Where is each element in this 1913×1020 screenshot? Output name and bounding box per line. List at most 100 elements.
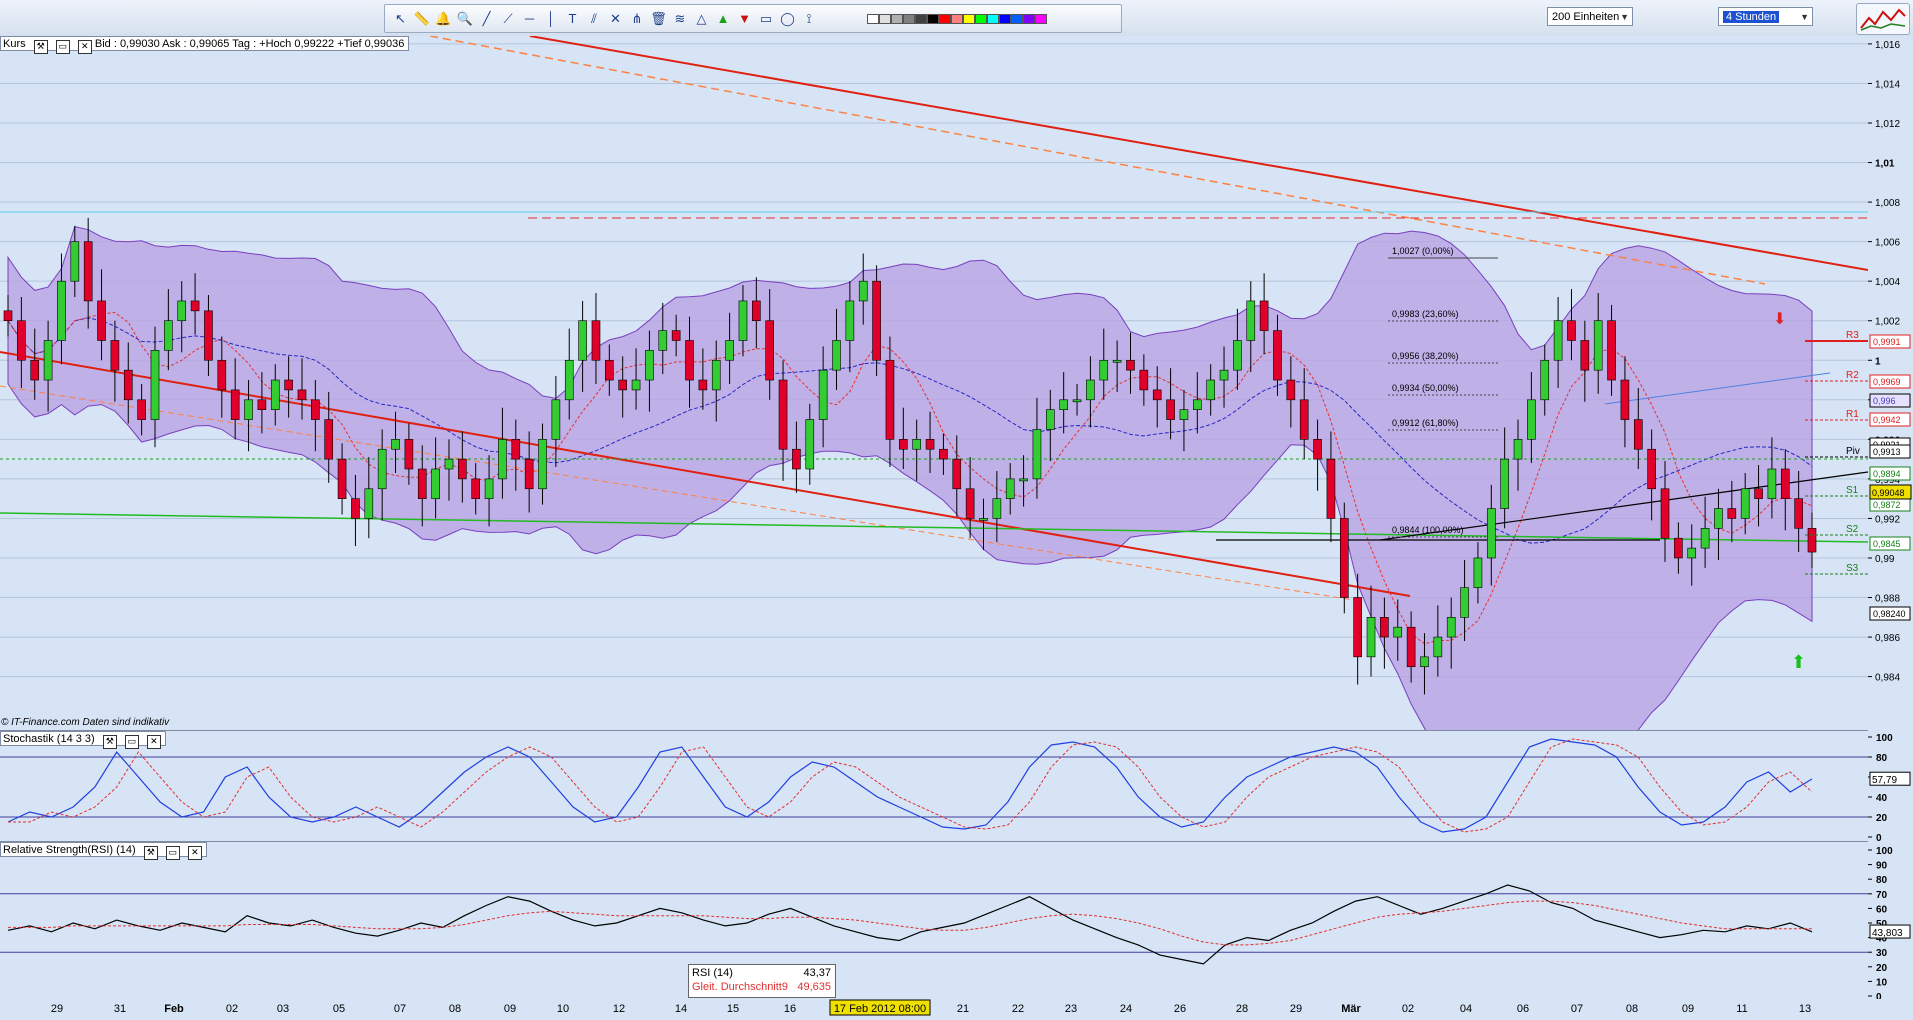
color-swatch[interactable] <box>927 14 939 24</box>
close-icon[interactable]: ✕ <box>77 40 92 54</box>
candle-body <box>97 300 106 341</box>
color-swatch[interactable] <box>891 14 903 24</box>
candle-body <box>1086 379 1095 401</box>
stochastic-panel: Stochastik (14 3 3) ⚒ ▭ ✕ <box>0 731 1868 842</box>
rsi-panel-label: Relative Strength(RSI) (14) <box>3 844 136 856</box>
rsi-y-axis-svg: 010203040506070809010043,803 <box>1868 846 1911 1003</box>
line-tool-icon[interactable]: ╱ <box>477 9 496 28</box>
candle-body <box>1099 359 1109 381</box>
x-tick-label: 16 <box>784 1003 796 1015</box>
candle-body <box>939 448 948 460</box>
candle-body <box>979 518 988 521</box>
price-chart[interactable]: 1,0027 (0,00%) 0,9983 (23,60%) 0,9956 (38,… <box>0 36 1868 730</box>
vertical-line-icon[interactable]: │ <box>542 9 561 28</box>
x-tick-label: 09 <box>504 1003 516 1015</box>
triangle-icon[interactable]: △ <box>692 9 711 28</box>
color-swatch[interactable] <box>879 14 891 24</box>
price-y-axis-svg: 0,9840,9860,9880,990,9920,9940,9960,9981… <box>1868 40 1912 684</box>
y-tick-label: 1,014 <box>1875 79 1900 90</box>
color-swatch[interactable] <box>1035 14 1047 24</box>
pivot-label: R2 <box>1846 370 1859 381</box>
color-swatch[interactable] <box>999 14 1011 24</box>
cross-tool-icon[interactable]: ✕ <box>606 9 625 28</box>
color-swatch[interactable] <box>1011 14 1023 24</box>
candle-body <box>1233 340 1242 371</box>
candle-body <box>1420 656 1429 668</box>
color-swatch[interactable] <box>1023 14 1035 24</box>
close-icon[interactable]: ✕ <box>146 735 161 749</box>
stochastic-chart[interactable] <box>0 731 1868 841</box>
window-icon[interactable]: ▭ <box>165 846 180 860</box>
color-swatch[interactable] <box>963 14 975 24</box>
period-select-value: 4 Stunden <box>1723 11 1780 23</box>
horizontal-line-icon[interactable]: ─ <box>520 9 539 28</box>
x-tick-label: 07 <box>1571 1003 1583 1015</box>
bell-icon[interactable]: 🔔 <box>434 9 453 28</box>
x-tick-label: 15 <box>727 1003 739 1015</box>
color-swatch[interactable] <box>867 14 879 24</box>
zoom-icon[interactable]: 🔍 <box>456 9 475 28</box>
price-panel-header: Kurs ⚒ ▭ ✕ Bid : 0,99030 Ask : 0,99065 T… <box>0 36 410 54</box>
candle-body <box>1687 547 1697 559</box>
x-tick-label: 26 <box>1174 1003 1186 1015</box>
candle-body <box>605 359 614 381</box>
candle-body <box>123 369 133 401</box>
y-tick-label: 60 <box>1876 904 1888 915</box>
channel-icon[interactable]: ⫽ <box>585 9 604 28</box>
candle-body <box>858 280 868 302</box>
arrow-up-icon[interactable]: ▲ <box>714 9 733 28</box>
candle-body <box>805 419 815 470</box>
candle-body <box>698 379 708 391</box>
candle-body <box>1767 468 1777 499</box>
y-tick-label: 1,012 <box>1875 119 1900 130</box>
color-swatch[interactable] <box>987 14 999 24</box>
color-swatch[interactable] <box>975 14 987 24</box>
x-tick-label: 06 <box>1517 1003 1529 1015</box>
pitchfork-icon[interactable]: ⋔ <box>628 9 647 28</box>
candle-body <box>444 458 454 470</box>
candle-body <box>404 439 414 470</box>
wrench-icon[interactable]: ⚒ <box>102 735 117 749</box>
candle-body <box>324 419 334 460</box>
candle-body <box>1112 359 1122 363</box>
rsi-y-axis: 0 10 20 30 40 50 60 70 80 90 100 43,803 <box>1868 842 1913 1003</box>
window-icon[interactable]: ▭ <box>124 735 139 749</box>
text-tool-icon[interactable]: T <box>563 9 582 28</box>
wrench-icon[interactable]: ⚒ <box>33 40 48 54</box>
gann-fan-icon[interactable]: ⟟ <box>800 9 819 28</box>
color-swatch[interactable] <box>939 14 951 24</box>
x-tick-label: 21 <box>957 1003 969 1015</box>
cursor-icon[interactable]: ↖ <box>391 9 410 28</box>
ruler-icon[interactable]: 📏 <box>413 9 432 28</box>
candle-body <box>1700 528 1710 549</box>
close-icon[interactable]: ✕ <box>187 846 202 860</box>
candle-body <box>190 300 200 312</box>
color-swatch[interactable] <box>915 14 927 24</box>
candle-body <box>177 300 187 322</box>
it-finance-logo-icon[interactable] <box>1856 3 1910 35</box>
rsi-chart[interactable] <box>0 842 1868 999</box>
wrench-icon[interactable]: ⚒ <box>143 846 158 860</box>
color-swatch[interactable] <box>903 14 915 24</box>
x-tick-label: 03 <box>277 1003 289 1015</box>
arrow-down-icon[interactable]: ▼ <box>735 9 754 28</box>
ellipse-icon[interactable]: ◯ <box>778 9 797 28</box>
trash-icon[interactable]: 🗑 <box>649 9 668 28</box>
trendline-icon[interactable]: ⟋ <box>499 9 518 28</box>
candle-body <box>1393 626 1403 638</box>
x-tick-label: 02 <box>226 1003 238 1015</box>
buy-arrow-icon: ⬆ <box>1791 652 1806 672</box>
rectangle-icon[interactable]: ▭ <box>757 9 776 28</box>
y-tick-label: 20 <box>1876 813 1888 824</box>
candle-body <box>1126 359 1135 371</box>
rsi-panel-header: Relative Strength(RSI) (14) ⚒ ▭ ✕ <box>0 842 207 860</box>
color-swatch[interactable] <box>951 14 963 24</box>
units-select[interactable]: 200 Einheiten ▼ <box>1547 7 1633 26</box>
window-icon[interactable]: ▭ <box>55 40 70 54</box>
x-tick-label: Feb <box>164 1003 184 1015</box>
x-tick-label: 12 <box>613 1003 625 1015</box>
x-tick-label: 22 <box>1012 1003 1024 1015</box>
fibonacci-icon[interactable]: ≋ <box>671 9 690 28</box>
candle-body <box>164 320 173 351</box>
period-select[interactable]: 4 Stunden ▼ <box>1718 7 1813 26</box>
